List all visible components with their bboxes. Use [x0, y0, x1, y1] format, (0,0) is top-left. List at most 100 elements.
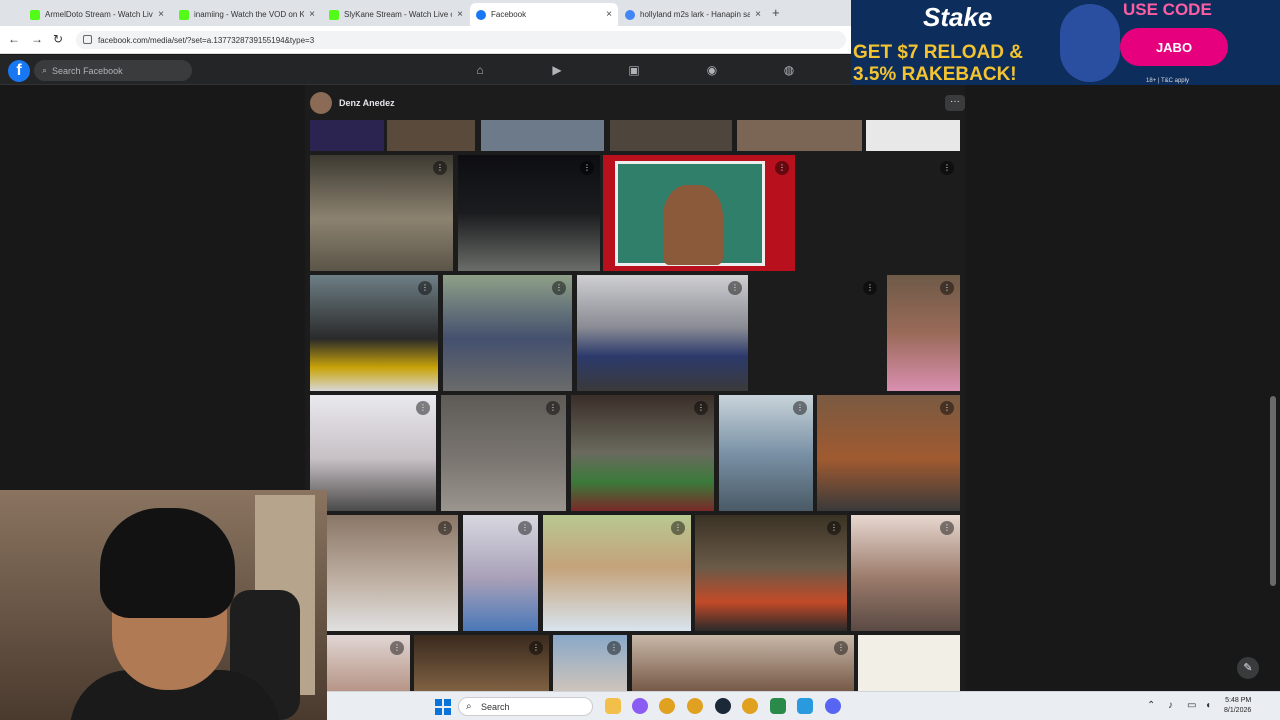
- photo-menu-icon[interactable]: ⋮: [529, 641, 543, 655]
- photo-thumbnail[interactable]: ⋮: [887, 275, 960, 391]
- photo-thumbnail[interactable]: ⋮: [310, 275, 438, 391]
- photo-menu-icon[interactable]: ⋮: [694, 401, 708, 415]
- close-tab-icon[interactable]: ×: [309, 9, 315, 20]
- close-tab-icon[interactable]: ×: [457, 9, 463, 20]
- photo-thumbnail[interactable]: ⋮: [458, 155, 600, 271]
- chrome-icon[interactable]: [659, 698, 675, 714]
- photo-thumbnail[interactable]: [737, 120, 862, 151]
- close-tab-icon[interactable]: ×: [606, 9, 612, 20]
- photo-menu-icon[interactable]: ⋮: [834, 641, 848, 655]
- back-arrow-icon[interactable]: ←: [8, 32, 20, 46]
- discord-icon[interactable]: [825, 698, 841, 714]
- photo-thumbnail[interactable]: ⋮: [310, 515, 458, 631]
- photo-album-grid: Denz Anedez ··· ⋮ ⋮ ⋮ ⋮ ⋮ ⋮ ⋮ ⋮ ⋮ ⋮ ⋮ ⋮ …: [305, 85, 965, 700]
- volume-icon[interactable]: ◖: [1205, 700, 1211, 711]
- taskbar-search-input[interactable]: ⌕ Search: [458, 697, 593, 716]
- photo-menu-icon[interactable]: ⋮: [390, 641, 404, 655]
- reload-icon[interactable]: ↻: [53, 32, 63, 46]
- photo-menu-icon[interactable]: ⋮: [433, 161, 447, 175]
- photo-menu-icon[interactable]: ⋮: [418, 281, 432, 295]
- photo-thumbnail[interactable]: ⋮: [310, 395, 436, 511]
- steam-icon[interactable]: [715, 698, 731, 714]
- photo-thumbnail[interactable]: [387, 120, 475, 151]
- chrome-icon[interactable]: [687, 698, 703, 714]
- photo-menu-icon[interactable]: ⋮: [863, 281, 877, 295]
- browser-tab[interactable]: SlyKane Stream - Watch Live or ×: [323, 3, 469, 26]
- photo-thumbnail[interactable]: [310, 120, 384, 151]
- site-info-icon[interactable]: [83, 35, 92, 44]
- photo-thumbnail[interactable]: ⋮: [543, 515, 691, 631]
- photo-menu-icon[interactable]: ⋮: [607, 641, 621, 655]
- page-scrollbar[interactable]: [1270, 396, 1276, 586]
- photo-menu-icon[interactable]: ⋮: [940, 401, 954, 415]
- video-icon[interactable]: ▶: [550, 63, 564, 77]
- windows-start-icon[interactable]: [435, 699, 451, 715]
- microphone-icon[interactable]: ♪: [1168, 700, 1173, 711]
- photo-menu-icon[interactable]: ⋮: [416, 401, 430, 415]
- photo-menu-icon[interactable]: ⋮: [580, 161, 594, 175]
- url-text: facebook.com/media/set/?set=a.1377328739…: [98, 35, 315, 45]
- ad-brand: Stake: [923, 2, 993, 32]
- telegram-icon[interactable]: [797, 698, 813, 714]
- close-tab-icon[interactable]: ×: [158, 9, 164, 20]
- photo-thumbnail[interactable]: ⋮: [463, 515, 538, 631]
- album-owner-name[interactable]: Denz Anedez: [339, 98, 395, 108]
- photo-menu-icon[interactable]: ⋮: [552, 281, 566, 295]
- browser-tab[interactable]: inamiing - Watch the VOD on K ×: [173, 3, 321, 26]
- photo-thumbnail[interactable]: ⋮: [571, 395, 714, 511]
- edit-icon[interactable]: ✎: [1237, 657, 1259, 679]
- photo-thumbnail[interactable]: ⋮: [695, 515, 847, 631]
- file-explorer-icon[interactable]: [605, 698, 621, 714]
- photo-thumbnail[interactable]: ⋮: [719, 395, 813, 511]
- tab-title: Facebook: [491, 10, 527, 19]
- avatar[interactable]: [310, 92, 332, 114]
- photo-menu-icon[interactable]: ⋮: [518, 521, 532, 535]
- tab-title: hollyland m2s lark - Hanapin sa: [640, 10, 751, 19]
- tray-chevron-icon[interactable]: ⌃: [1147, 700, 1155, 711]
- photo-menu-icon[interactable]: ⋮: [940, 281, 954, 295]
- new-tab-button[interactable]: +: [772, 5, 780, 20]
- photo-thumbnail[interactable]: ⋮: [800, 155, 960, 271]
- more-options-button[interactable]: ···: [945, 95, 965, 111]
- photo-menu-icon[interactable]: ⋮: [775, 161, 789, 175]
- photo-menu-icon[interactable]: ⋮: [728, 281, 742, 295]
- browser-tab[interactable]: hollyland m2s lark - Hanapin sa ×: [619, 3, 767, 26]
- photo-thumbnail[interactable]: ⋮: [603, 155, 795, 271]
- webcam-person: [100, 508, 235, 618]
- photo-menu-icon[interactable]: ⋮: [793, 401, 807, 415]
- photo-menu-icon[interactable]: ⋮: [827, 521, 841, 535]
- photo-thumbnail[interactable]: ⋮: [851, 515, 960, 631]
- browser-tab[interactable]: ArmelDoto Stream - Watch Live ×: [24, 3, 170, 26]
- photo-menu-icon[interactable]: ⋮: [546, 401, 560, 415]
- groups-icon[interactable]: ◉: [705, 63, 719, 77]
- photo-thumbnail[interactable]: ⋮: [310, 155, 453, 271]
- gaming-icon[interactable]: ◍: [782, 63, 796, 77]
- photo-thumbnail[interactable]: [866, 120, 960, 151]
- photo-menu-icon[interactable]: ⋮: [940, 521, 954, 535]
- photo-thumbnail[interactable]: ⋮: [577, 275, 748, 391]
- photo-thumbnail[interactable]: ⋮: [441, 395, 566, 511]
- facebook-logo[interactable]: f: [8, 60, 30, 82]
- app-icon[interactable]: [770, 698, 786, 714]
- photo-thumbnail[interactable]: ⋮: [443, 275, 572, 391]
- photo-thumbnail[interactable]: ⋮: [753, 275, 883, 391]
- photo-menu-icon[interactable]: ⋮: [438, 521, 452, 535]
- photo-thumbnail[interactable]: ⋮: [817, 395, 960, 511]
- home-icon[interactable]: ⌂: [473, 63, 487, 77]
- taskbar-clock[interactable]: 5:48 PM 8/1/2026: [1224, 696, 1251, 716]
- kick-icon: [30, 9, 40, 20]
- album-owner-bar: Denz Anedez ···: [305, 85, 965, 120]
- browser-tab-active[interactable]: Facebook ×: [470, 3, 618, 26]
- close-tab-icon[interactable]: ×: [755, 9, 761, 20]
- url-field[interactable]: facebook.com/media/set/?set=a.1377328739…: [76, 31, 846, 49]
- photo-thumbnail[interactable]: [610, 120, 732, 151]
- photo-menu-icon[interactable]: ⋮: [940, 161, 954, 175]
- copilot-icon[interactable]: [632, 698, 648, 714]
- photo-thumbnail[interactable]: [481, 120, 604, 151]
- chrome-icon[interactable]: [742, 698, 758, 714]
- facebook-search-input[interactable]: ⌕ Search Facebook: [34, 60, 192, 81]
- forward-arrow-icon[interactable]: →: [31, 32, 43, 46]
- marketplace-icon[interactable]: ▣: [627, 63, 641, 77]
- photo-menu-icon[interactable]: ⋮: [671, 521, 685, 535]
- network-icon[interactable]: ▭: [1187, 700, 1196, 711]
